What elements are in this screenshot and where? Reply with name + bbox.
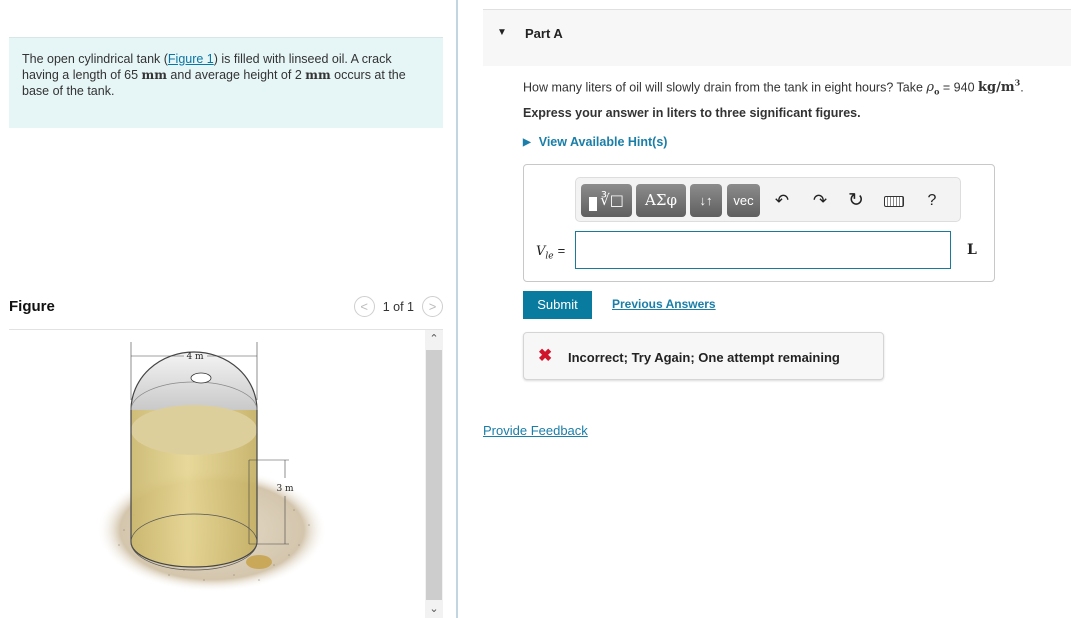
- provide-feedback-link[interactable]: Provide Feedback: [483, 423, 588, 438]
- figure-header: Figure < 1 of 1 >: [9, 296, 443, 326]
- answer-variable-label: Vle =: [536, 243, 566, 262]
- question-suffix: .: [1020, 80, 1024, 95]
- figure-viewport: 4 m 3 m ⌃ ⌄: [9, 330, 443, 618]
- figure-scrollbar[interactable]: ⌃ ⌄: [425, 330, 443, 618]
- arrows-button[interactable]: ↓↑: [690, 184, 722, 217]
- undo-icon[interactable]: ↶: [770, 184, 794, 217]
- reset-icon[interactable]: ↻: [844, 184, 868, 217]
- problem-statement: The open cylindrical tank (Figure 1) is …: [9, 37, 443, 128]
- density-unit: kg/m3: [978, 78, 1021, 96]
- chevron-up-icon[interactable]: ⌃: [425, 330, 443, 348]
- answer-box: ∛□ ΑΣφ ↓↑ vec ↶ ↷ ↻ ? Vle = L: [523, 164, 995, 282]
- chevron-down-icon[interactable]: ⌄: [425, 600, 443, 618]
- answer-unit: L: [967, 242, 977, 258]
- redo-icon[interactable]: ↷: [808, 184, 832, 217]
- tank-illustration: 4 m 3 m: [97, 342, 327, 592]
- vent-hole: [190, 372, 212, 384]
- root-template-icon: ∛□: [589, 184, 624, 217]
- figure-counter: 1 of 1: [382, 299, 414, 314]
- height-label: 3 m: [276, 484, 294, 494]
- instruction-text: Express your answer in liters to three s…: [523, 106, 861, 120]
- caret-down-icon[interactable]: ▼: [497, 27, 507, 38]
- chevron-left-icon[interactable]: <: [353, 296, 375, 317]
- unit-mm: mm: [141, 68, 167, 82]
- panel-splitter[interactable]: [456, 0, 458, 618]
- view-hints-toggle[interactable]: ▶ View Available Hint(s): [523, 135, 667, 149]
- math-toolbar: ∛□ ΑΣφ ↓↑ vec ↶ ↷ ↻ ?: [575, 177, 961, 222]
- diameter-label: 4 m: [186, 352, 204, 362]
- left-panel: The open cylindrical tank (Figure 1) is …: [0, 0, 455, 618]
- help-icon[interactable]: ?: [920, 184, 944, 217]
- question-value: = 940: [939, 80, 978, 95]
- caret-right-icon: ▶: [523, 136, 531, 148]
- answer-input[interactable]: [575, 231, 951, 269]
- feedback-text: Incorrect; Try Again; One attempt remain…: [568, 350, 840, 365]
- problem-text: The open cylindrical tank (: [22, 52, 168, 66]
- unit-mm: mm: [305, 68, 331, 82]
- submit-button[interactable]: Submit: [523, 291, 592, 319]
- scroll-thumb[interactable]: [426, 350, 442, 600]
- previous-answers-link[interactable]: Previous Answers: [612, 297, 716, 311]
- oil-surface: [131, 405, 257, 455]
- figure-link[interactable]: Figure 1: [168, 52, 214, 66]
- question-prefix: How many liters of oil will slowly drain…: [523, 80, 927, 95]
- problem-text: and average height of 2: [166, 68, 306, 82]
- feedback-message: ✖ Incorrect; Try Again; One attempt rema…: [523, 332, 884, 380]
- part-a-header[interactable]: ▼ Part A: [483, 9, 1071, 66]
- question-text: How many liters of oil will slowly drain…: [523, 78, 1024, 97]
- keyboard-icon[interactable]: [881, 184, 907, 217]
- hints-label: View Available Hint(s): [538, 135, 668, 149]
- figure-title: Figure: [9, 298, 55, 315]
- part-title: Part A: [525, 26, 563, 41]
- chevron-right-icon[interactable]: >: [422, 296, 443, 317]
- oil-puddle: [246, 555, 272, 569]
- rho-symbol: ρo: [926, 80, 940, 97]
- figure-nav: < 1 of 1 >: [353, 296, 443, 317]
- greek-symbols-button[interactable]: ΑΣφ: [636, 184, 686, 217]
- vector-button[interactable]: vec: [727, 184, 760, 217]
- error-x-icon: ✖: [538, 346, 553, 365]
- templates-button[interactable]: ∛□: [581, 184, 632, 217]
